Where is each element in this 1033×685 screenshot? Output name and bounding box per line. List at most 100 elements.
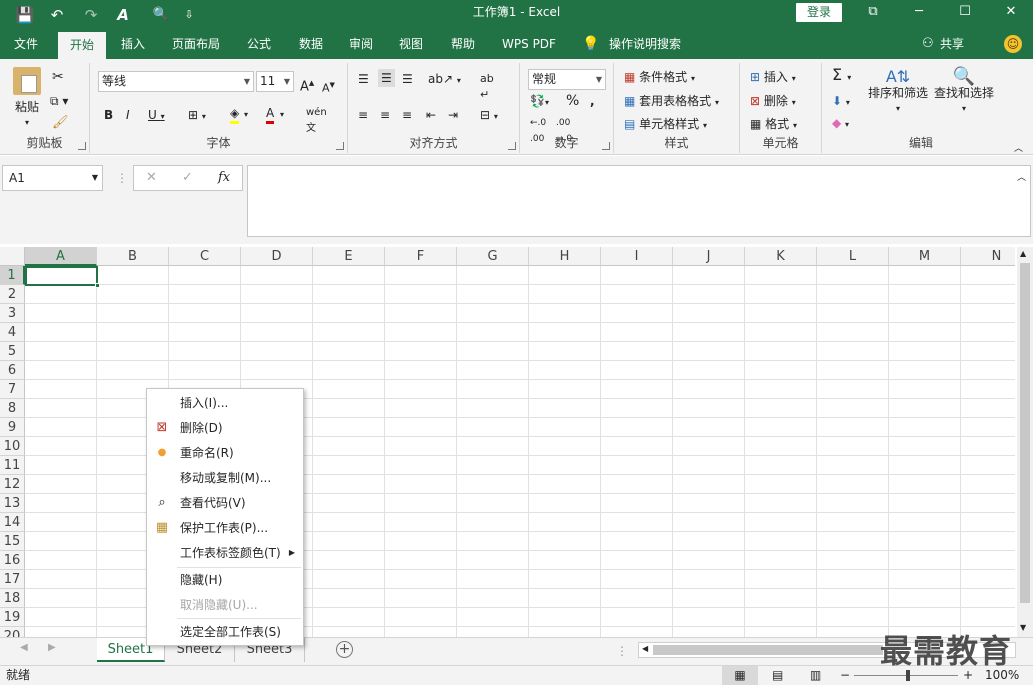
clear-icon[interactable]: ◆ ▾ — [832, 115, 849, 133]
smiley-icon[interactable]: ☺ — [1004, 35, 1022, 53]
number-format-combo[interactable]: 常规 ▼ — [528, 69, 606, 90]
menu-item-insert[interactable]: 插入(I)... — [147, 391, 303, 415]
row-header-5[interactable]: 5 — [0, 342, 25, 361]
font-size-combo[interactable]: 11 ▼ — [256, 71, 294, 92]
page-layout-view-icon[interactable]: ▤ — [772, 666, 783, 685]
select-all-corner[interactable] — [0, 247, 25, 266]
column-header-i[interactable]: I — [601, 247, 673, 266]
copy-icon[interactable]: ⧉ ▾ — [50, 93, 68, 109]
share-button[interactable]: 共享 — [940, 30, 964, 58]
menu-item-view-code[interactable]: ⌕ 查看代码(V) — [147, 491, 303, 515]
percent-icon[interactable]: % — [566, 93, 579, 109]
row-header-15[interactable]: 15 — [0, 532, 25, 551]
login-button[interactable]: 登录 — [796, 3, 842, 22]
row-header-10[interactable]: 10 — [0, 437, 25, 456]
menu-item-rename[interactable]: ● 重命名(R) — [147, 441, 303, 465]
comma-style-icon[interactable]: , — [590, 93, 595, 109]
row-header-17[interactable]: 17 — [0, 570, 25, 589]
cancel-icon[interactable]: ✕ — [146, 170, 157, 185]
scroll-down-icon[interactable]: ▼ — [1020, 623, 1026, 632]
tab-file[interactable]: 文件 — [8, 30, 44, 59]
prev-sheet-icon[interactable]: ◀ — [20, 642, 28, 653]
align-bottom-icon[interactable]: ☰ — [402, 71, 413, 87]
close-icon[interactable]: ✕ — [988, 0, 1033, 26]
vertical-scrollbar[interactable]: ▲ ▼ — [1017, 247, 1033, 637]
column-header-d[interactable]: D — [241, 247, 313, 266]
row-header-11[interactable]: 11 — [0, 456, 25, 475]
align-left-icon[interactable]: ≡ — [358, 107, 368, 123]
name-box[interactable]: A1 ▼ — [2, 165, 103, 191]
enter-icon[interactable]: ✓ — [182, 170, 193, 185]
tell-me-search[interactable]: 操作说明搜索 — [602, 30, 688, 59]
column-header-c[interactable]: C — [169, 247, 241, 266]
row-header-18[interactable]: 18 — [0, 589, 25, 608]
bold-icon[interactable]: B — [104, 107, 113, 123]
clipboard-launcher-icon[interactable] — [78, 142, 86, 150]
accounting-format-icon[interactable]: 💱▾ — [530, 93, 549, 111]
decrease-font-icon[interactable]: A▼ — [322, 77, 335, 97]
row-header-8[interactable]: 8 — [0, 399, 25, 418]
expand-formula-icon[interactable]: ︿ — [1017, 170, 1026, 183]
row-header-19[interactable]: 19 — [0, 608, 25, 627]
column-header-f[interactable]: F — [385, 247, 457, 266]
tab-splitter-icon[interactable]: ⋮ — [616, 644, 628, 658]
row-header-1[interactable]: 1 — [0, 266, 25, 285]
paste-button[interactable]: 粘贴 ▾ — [12, 67, 42, 131]
menu-item-tab-color[interactable]: 工作表标签颜色(T) ▶ — [147, 541, 303, 565]
tab-wps-pdf[interactable]: WPS PDF — [496, 30, 562, 59]
orientation-icon[interactable]: ab↗ ▾ — [428, 71, 461, 89]
row-header-20[interactable]: 20 — [0, 627, 25, 637]
cell-styles-button[interactable]: ▤ 单元格样式 ▾ — [624, 116, 707, 134]
tab-insert[interactable]: 插入 — [114, 30, 152, 59]
underline-icon[interactable]: U ▾ — [148, 107, 165, 125]
borders-icon[interactable]: ⊞ ▾ — [188, 107, 206, 125]
font-name-combo[interactable]: 等线 ▼ — [98, 71, 254, 92]
align-right-icon[interactable]: ≡ — [402, 107, 412, 123]
menu-item-delete[interactable]: ⊠ 删除(D) — [147, 416, 303, 440]
tab-formulas[interactable]: 公式 — [240, 30, 278, 59]
number-launcher-icon[interactable] — [602, 142, 610, 150]
alignment-launcher-icon[interactable] — [508, 142, 516, 150]
add-sheet-icon[interactable]: + — [336, 641, 353, 658]
format-painter-icon[interactable]: 🖌 — [52, 115, 69, 131]
insert-cells-button[interactable]: ⊞ 插入 ▾ — [750, 69, 796, 87]
row-header-4[interactable]: 4 — [0, 323, 25, 342]
tab-view[interactable]: 视图 — [392, 30, 430, 59]
font-color-icon[interactable]: A — [266, 105, 275, 124]
align-middle-icon[interactable]: ☰ — [378, 69, 395, 87]
menu-item-hide[interactable]: 隐藏(H) — [147, 568, 303, 592]
align-top-icon[interactable]: ☰ — [358, 71, 369, 87]
column-header-b[interactable]: B — [97, 247, 169, 266]
tab-data[interactable]: 数据 — [292, 30, 330, 59]
phonetic-icon[interactable]: wén 文 — [306, 105, 327, 137]
menu-item-move-copy[interactable]: 移动或复制(M)... — [147, 466, 303, 490]
column-header-h[interactable]: H — [529, 247, 601, 266]
decrease-indent-icon[interactable]: ⇤ — [426, 107, 436, 123]
chevron-down-icon[interactable]: ▾ — [280, 107, 284, 123]
scroll-thumb[interactable] — [1020, 263, 1030, 603]
h-scroll-thumb[interactable] — [653, 645, 883, 655]
chevron-down-icon[interactable]: ▾ — [244, 107, 248, 123]
maximize-icon[interactable]: ☐ — [942, 0, 988, 26]
format-as-table-button[interactable]: ▦ 套用表格格式 ▾ — [624, 93, 719, 111]
tab-home[interactable]: 开始 — [58, 32, 106, 59]
increase-font-icon[interactable]: A▲ — [300, 75, 314, 95]
italic-icon[interactable]: I — [126, 107, 130, 123]
column-header-e[interactable]: E — [313, 247, 385, 266]
tab-review[interactable]: 审阅 — [342, 30, 380, 59]
row-header-13[interactable]: 13 — [0, 494, 25, 513]
scroll-up-icon[interactable]: ▲ — [1020, 249, 1026, 258]
increase-indent-icon[interactable]: ⇥ — [448, 107, 458, 123]
sort-filter-button[interactable]: A⇅ 排序和筛选 ▾ — [866, 69, 930, 117]
fill-color-icon[interactable]: ◈ — [230, 105, 240, 124]
row-header-16[interactable]: 16 — [0, 551, 25, 570]
cut-icon[interactable]: ✂ — [52, 69, 64, 85]
format-cells-button[interactable]: ▦ 格式 ▾ — [750, 116, 797, 134]
column-header-m[interactable]: M — [889, 247, 961, 266]
menu-item-select-all-sheets[interactable]: 选定全部工作表(S) — [147, 620, 303, 644]
normal-view-icon[interactable]: ▦ — [722, 666, 758, 685]
column-header-l[interactable]: L — [817, 247, 889, 266]
zoom-out-icon[interactable]: − — [840, 666, 850, 685]
ribbon-display-icon[interactable]: ⧉ — [850, 0, 896, 26]
column-header-g[interactable]: G — [457, 247, 529, 266]
